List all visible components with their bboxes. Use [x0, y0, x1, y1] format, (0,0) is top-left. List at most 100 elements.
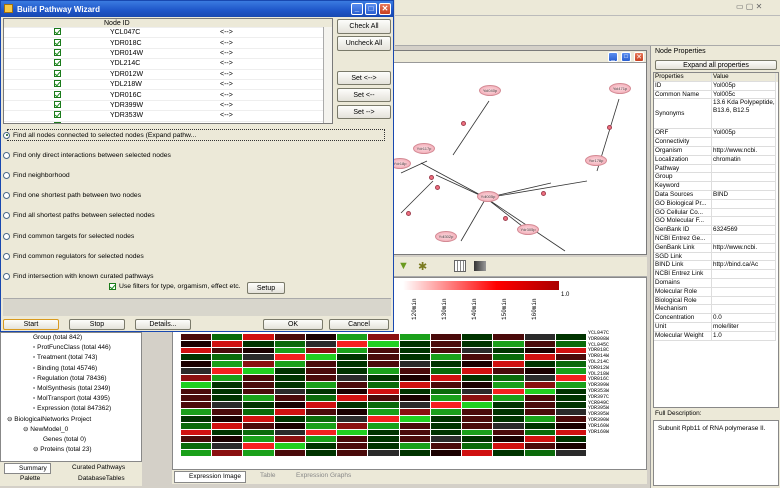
- option-radio[interactable]: [3, 272, 10, 280]
- tree-item[interactable]: ▫ MolTransport (total 4395): [3, 394, 139, 404]
- graph-node[interactable]: Yor178p: [585, 155, 607, 166]
- option-radio[interactable]: [3, 252, 10, 260]
- property-row[interactable]: GenBank ID 6324569: [654, 226, 778, 235]
- graph-node[interactable]: Ydr117p: [413, 143, 435, 154]
- property-row[interactable]: NCBI Entrez Ge...: [654, 234, 778, 244]
- ok-button[interactable]: OK: [263, 319, 323, 330]
- property-row[interactable]: ID Yol005p: [654, 81, 778, 91]
- tree-item[interactable]: ⊖ Proteins (total 23): [3, 445, 139, 455]
- property-row[interactable]: Molecular Role: [654, 287, 778, 297]
- tree-item[interactable]: ▫ MolSynthesis (total 2349): [3, 384, 139, 394]
- row-checkbox[interactable]: [54, 48, 61, 56]
- search-option[interactable]: Find all nodes connected to selected nod…: [3, 125, 389, 145]
- property-row[interactable]: Molecular Weight 1.0: [654, 331, 778, 341]
- property-row[interactable]: Synonyms 13.6 Kda Polypeptide, B13.6, B12…: [654, 99, 778, 130]
- row-checkbox[interactable]: [54, 90, 61, 98]
- property-row[interactable]: Data Sources BIND: [654, 190, 778, 200]
- uncheck-all-button[interactable]: Uncheck All: [337, 36, 391, 51]
- property-row[interactable]: Domains: [654, 278, 778, 288]
- close-icon[interactable]: ✕: [634, 52, 644, 62]
- option-radio[interactable]: [3, 212, 10, 220]
- tree-item[interactable]: ▫ ProtFuncClass (total 446): [3, 343, 139, 353]
- set-right-button[interactable]: Set -->: [337, 105, 391, 119]
- direction[interactable]: <-->: [220, 102, 233, 109]
- property-row[interactable]: Keyword: [654, 182, 778, 191]
- tree-item[interactable]: ⊖ BiologicalNetworks Project: [3, 415, 139, 425]
- table-row[interactable]: YDR353W <-->: [4, 111, 332, 122]
- graph-node[interactable]: Ydl005p: [477, 191, 499, 202]
- graph-node[interactable]: Ydr305p: [517, 224, 539, 235]
- property-row[interactable]: Connectivity: [654, 138, 778, 147]
- tab-expression-graphs[interactable]: Expression Graphs: [284, 472, 351, 479]
- set-both-button[interactable]: Set <-->: [337, 71, 391, 85]
- property-row[interactable]: Pathway: [654, 164, 778, 174]
- search-option[interactable]: Find all shortest paths between selected…: [3, 206, 389, 226]
- table-row[interactable]: YDR016C <-->: [4, 90, 332, 101]
- minimize-icon[interactable]: _: [351, 3, 363, 15]
- heatmap-grid[interactable]: [181, 334, 586, 456]
- direction[interactable]: <-->: [220, 71, 233, 78]
- tab-database-tables[interactable]: DatabaseTables: [66, 475, 125, 482]
- property-row[interactable]: BIND Link http://bind.ca/Ac: [654, 261, 778, 271]
- direction[interactable]: <-->: [220, 112, 233, 119]
- table-row[interactable]: YDL214C <-->: [4, 59, 332, 70]
- property-row[interactable]: Mechanism: [654, 305, 778, 315]
- table-row[interactable]: YDR399W <-->: [4, 100, 332, 112]
- tab-curated-pathways[interactable]: Curated Pathways: [60, 464, 125, 471]
- direction[interactable]: <-->: [220, 29, 233, 36]
- property-row[interactable]: ORF Yol005p: [654, 129, 778, 139]
- direction[interactable]: <-->: [220, 60, 233, 67]
- stop-button[interactable]: Stop: [69, 319, 125, 330]
- table-scrollbar[interactable]: [323, 27, 332, 123]
- close-icon[interactable]: ✕: [379, 3, 391, 15]
- option-radio[interactable]: [3, 192, 10, 200]
- tree-item[interactable]: Group (total 842): [3, 333, 139, 343]
- tree-item[interactable]: ▫ Treatment (total 743): [3, 353, 139, 363]
- cancel-button[interactable]: Cancel: [329, 319, 389, 330]
- search-option[interactable]: Find one shortest path between two nodes: [3, 186, 389, 206]
- option-radio[interactable]: [3, 232, 10, 240]
- direction[interactable]: <-->: [220, 40, 233, 47]
- tree-item[interactable]: ⊖ NewModel_0: [3, 425, 139, 435]
- search-option[interactable]: Find only direct interactions between se…: [3, 145, 389, 165]
- row-checkbox[interactable]: [54, 69, 61, 77]
- tree-item[interactable]: ▫ Expression (total 847362): [3, 404, 139, 414]
- expand-all-button[interactable]: Expand all properties: [655, 60, 777, 70]
- tab-expression-image[interactable]: Expression Image: [174, 471, 247, 483]
- filter-option[interactable]: Use filters for type, orgamism, effect e…: [109, 283, 241, 290]
- property-row[interactable]: Concentration 0.0: [654, 314, 778, 323]
- graph-node[interactable]: Yol471p: [609, 83, 631, 94]
- set-left-button[interactable]: Set <--: [337, 88, 391, 102]
- property-row[interactable]: GenBank Link http://www.ncbi.: [654, 243, 778, 253]
- property-row[interactable]: SGD Link: [654, 252, 778, 262]
- filter-icon[interactable]: ▼: [398, 260, 409, 272]
- color-scale-icon[interactable]: [474, 261, 486, 271]
- search-option[interactable]: Find neighborhood: [3, 165, 389, 185]
- table-row[interactable]: YDR012W <-->: [4, 69, 332, 80]
- property-row[interactable]: NCBI Entrez Link: [654, 270, 778, 279]
- property-row[interactable]: Group: [654, 173, 778, 183]
- table-row[interactable]: YDR397C<-->: [4, 121, 332, 124]
- option-radio[interactable]: [3, 151, 10, 159]
- maximize-icon[interactable]: □: [365, 3, 377, 15]
- check-all-button[interactable]: Check All: [337, 19, 391, 34]
- table-row[interactable]: YCL047C <-->: [4, 28, 332, 39]
- table-row[interactable]: YDL218W <-->: [4, 80, 332, 91]
- minimize-icon[interactable]: _: [608, 52, 618, 62]
- tab-table[interactable]: Table: [248, 472, 276, 479]
- property-row[interactable]: GO Cellular Co...: [654, 208, 778, 218]
- row-checkbox[interactable]: [54, 28, 61, 36]
- property-row[interactable]: GO Molecular F...: [654, 217, 778, 227]
- tab-summary[interactable]: Summary: [4, 463, 51, 474]
- property-row[interactable]: GO Biological Pr...: [654, 199, 778, 209]
- tab-palette[interactable]: Palette: [8, 475, 40, 482]
- property-row[interactable]: Unit mole/liter: [654, 322, 778, 332]
- search-option[interactable]: Find common regulators for selected node…: [3, 246, 389, 266]
- row-checkbox[interactable]: [54, 121, 61, 123]
- table-row[interactable]: YDR018C <-->: [4, 38, 332, 49]
- cluster-icon[interactable]: ✱: [418, 260, 427, 273]
- search-option[interactable]: Find common targets for selected nodes: [3, 226, 389, 246]
- direction[interactable]: <-->: [220, 123, 233, 124]
- graph-node[interactable]: Ydl302p: [435, 231, 457, 242]
- table-row[interactable]: YDR014W <-->: [4, 48, 332, 60]
